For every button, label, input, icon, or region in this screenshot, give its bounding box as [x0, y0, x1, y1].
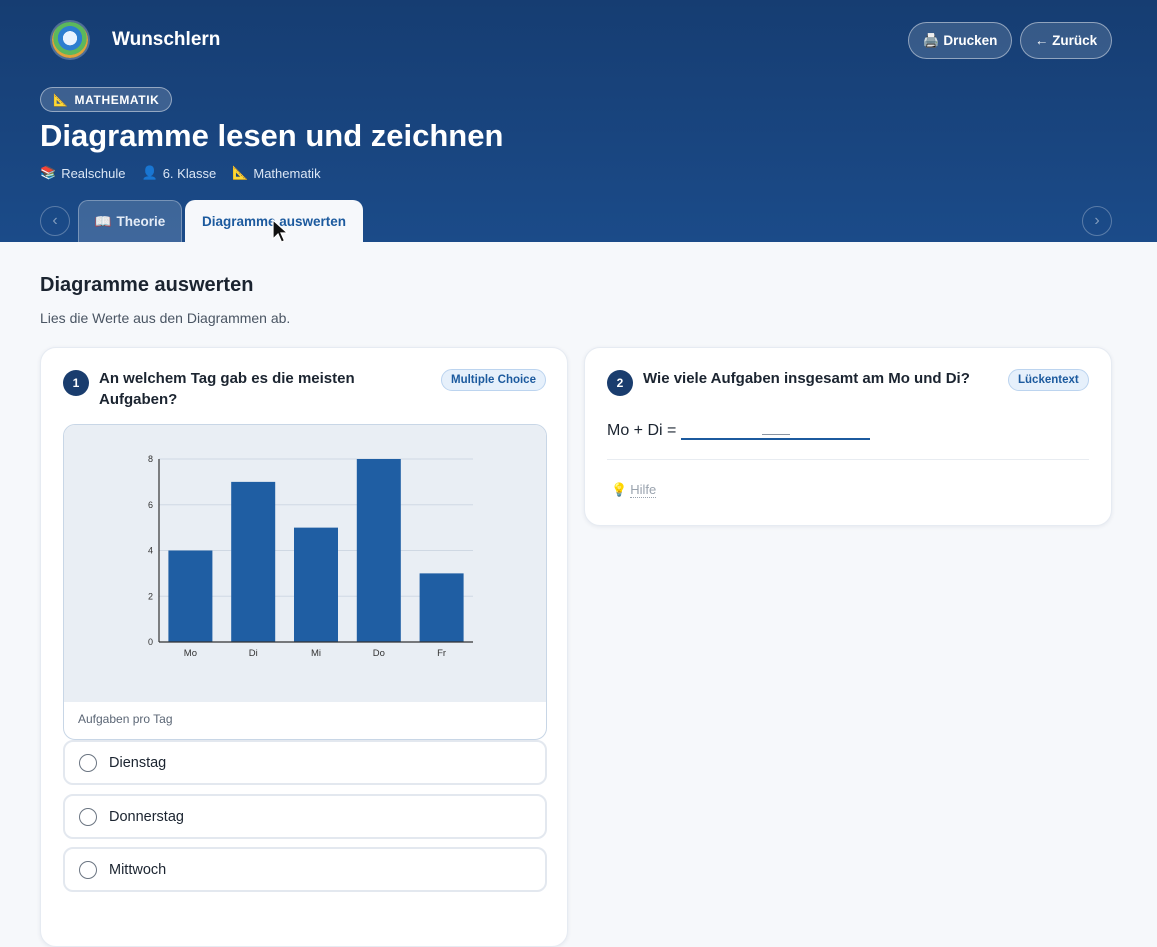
- meta-school-label: Realschule: [61, 165, 126, 181]
- question-text: An welchem Tag gab es die meisten Aufgab…: [99, 370, 355, 408]
- print-label: Drucken: [943, 33, 998, 48]
- divider: [607, 459, 1089, 460]
- chart-area: 0 2 4 6 8 Mo Di Mi Do Fr: [64, 425, 546, 702]
- tab-theorie-label: Theorie: [116, 214, 166, 229]
- page-header: Wunschlern 🖨️ Drucken ← Zurück 📐 MATHEMA…: [0, 0, 1157, 242]
- mouse-cursor-icon: [272, 219, 290, 243]
- app-logo[interactable]: [52, 22, 88, 58]
- radio-button[interactable]: [79, 753, 97, 772]
- brand-name[interactable]: Wunschlern: [112, 29, 220, 51]
- fill-in-row: Mo + Di =: [607, 418, 871, 440]
- x-tick-label: Mi: [311, 648, 321, 659]
- answer-placeholder-line: [761, 434, 790, 435]
- answer-option-donnerstag[interactable]: Donnerstag: [63, 794, 547, 839]
- meta-subject-label: Mathematik: [253, 165, 321, 181]
- y-tick-label: 4: [148, 546, 153, 556]
- question-card-1: 1 An welchem Tag gab es die meisten Aufg…: [40, 347, 568, 947]
- question-type-badge: Lückentext: [1008, 369, 1089, 391]
- bar: [231, 481, 276, 642]
- fill-prompt: Mo + Di =: [607, 422, 677, 439]
- y-tick-label: 8: [148, 454, 153, 464]
- option-label: Donnerstag: [109, 808, 184, 825]
- option-label: Mittwoch: [109, 861, 167, 878]
- chart-figure: 0 2 4 6 8 Mo Di Mi Do Fr Aufgaben pro Tag: [63, 424, 547, 740]
- tab-theorie[interactable]: 📖 Theorie: [78, 200, 182, 242]
- back-label: ← Zurück: [1034, 33, 1098, 48]
- print-button[interactable]: 🖨️ Drucken: [908, 22, 1012, 59]
- question-type-badge: Multiple Choice: [441, 369, 546, 391]
- ruler-icon: 📐: [53, 92, 69, 107]
- hint-button[interactable]: 💡 Hilfe: [611, 482, 657, 498]
- question-number: 2: [607, 370, 633, 396]
- question-card-2: 2 Wie viele Aufgaben insgesamt am Mo und…: [584, 347, 1112, 526]
- subject-label: MATHEMATIK: [74, 92, 160, 107]
- user-icon: 👤: [141, 165, 158, 180]
- x-tick-label: Di: [249, 648, 258, 659]
- back-button[interactable]: ← Zurück: [1020, 22, 1112, 59]
- radio-button[interactable]: [79, 807, 97, 826]
- option-label: Dienstag: [109, 754, 167, 771]
- subject-badge: 📐 MATHEMATIK: [40, 87, 173, 112]
- meta-school: 📚 Realschule: [40, 165, 126, 181]
- bar-chart: 0 2 4 6 8 Mo Di Mi Do Fr: [148, 454, 473, 659]
- chart-caption: Aufgaben pro Tag: [78, 712, 173, 726]
- bar: [168, 550, 213, 642]
- meta-subject: 📐 Mathematik: [232, 165, 320, 181]
- question-text: Wie viele Aufgaben insgesamt am Mo und D…: [643, 370, 970, 387]
- ruler-icon: 📐: [232, 165, 249, 180]
- x-tick-label: Mo: [184, 648, 197, 659]
- books-icon: 📚: [40, 165, 57, 180]
- answer-input[interactable]: [681, 418, 871, 440]
- lightbulb-icon: 💡: [611, 482, 628, 497]
- meta-grade-label: 6. Klasse: [162, 165, 217, 181]
- page-title: Diagramme lesen und zeichnen: [40, 118, 504, 153]
- answer-option-dienstag[interactable]: Dienstag: [63, 740, 547, 785]
- meta-row: 📚 Realschule 👤 6. Klasse 📐 Mathematik: [40, 165, 321, 181]
- answer-option-mittwoch[interactable]: Mittwoch: [63, 847, 547, 892]
- section-title: Diagramme auswerten: [40, 274, 254, 296]
- meta-grade: 👤 6. Klasse: [142, 165, 217, 181]
- y-tick-label: 2: [148, 591, 153, 601]
- tab-next-button[interactable]: ›: [1082, 206, 1112, 236]
- section-subtitle: Lies die Werte aus den Diagrammen ab.: [40, 310, 291, 326]
- radio-button[interactable]: [79, 860, 97, 879]
- question-number: 1: [63, 370, 89, 396]
- y-tick-label: 6: [148, 500, 153, 510]
- x-tick-label: Do: [373, 648, 385, 659]
- printer-icon: 🖨️: [922, 32, 940, 48]
- x-tick-label: Fr: [437, 648, 446, 659]
- book-icon: 📖: [94, 213, 112, 229]
- hint-label: Hilfe: [630, 482, 657, 498]
- bar: [356, 459, 401, 642]
- bar: [419, 573, 464, 642]
- tab-prev-button[interactable]: ‹: [40, 206, 70, 236]
- y-tick-label: 0: [148, 637, 153, 647]
- bar: [294, 527, 338, 642]
